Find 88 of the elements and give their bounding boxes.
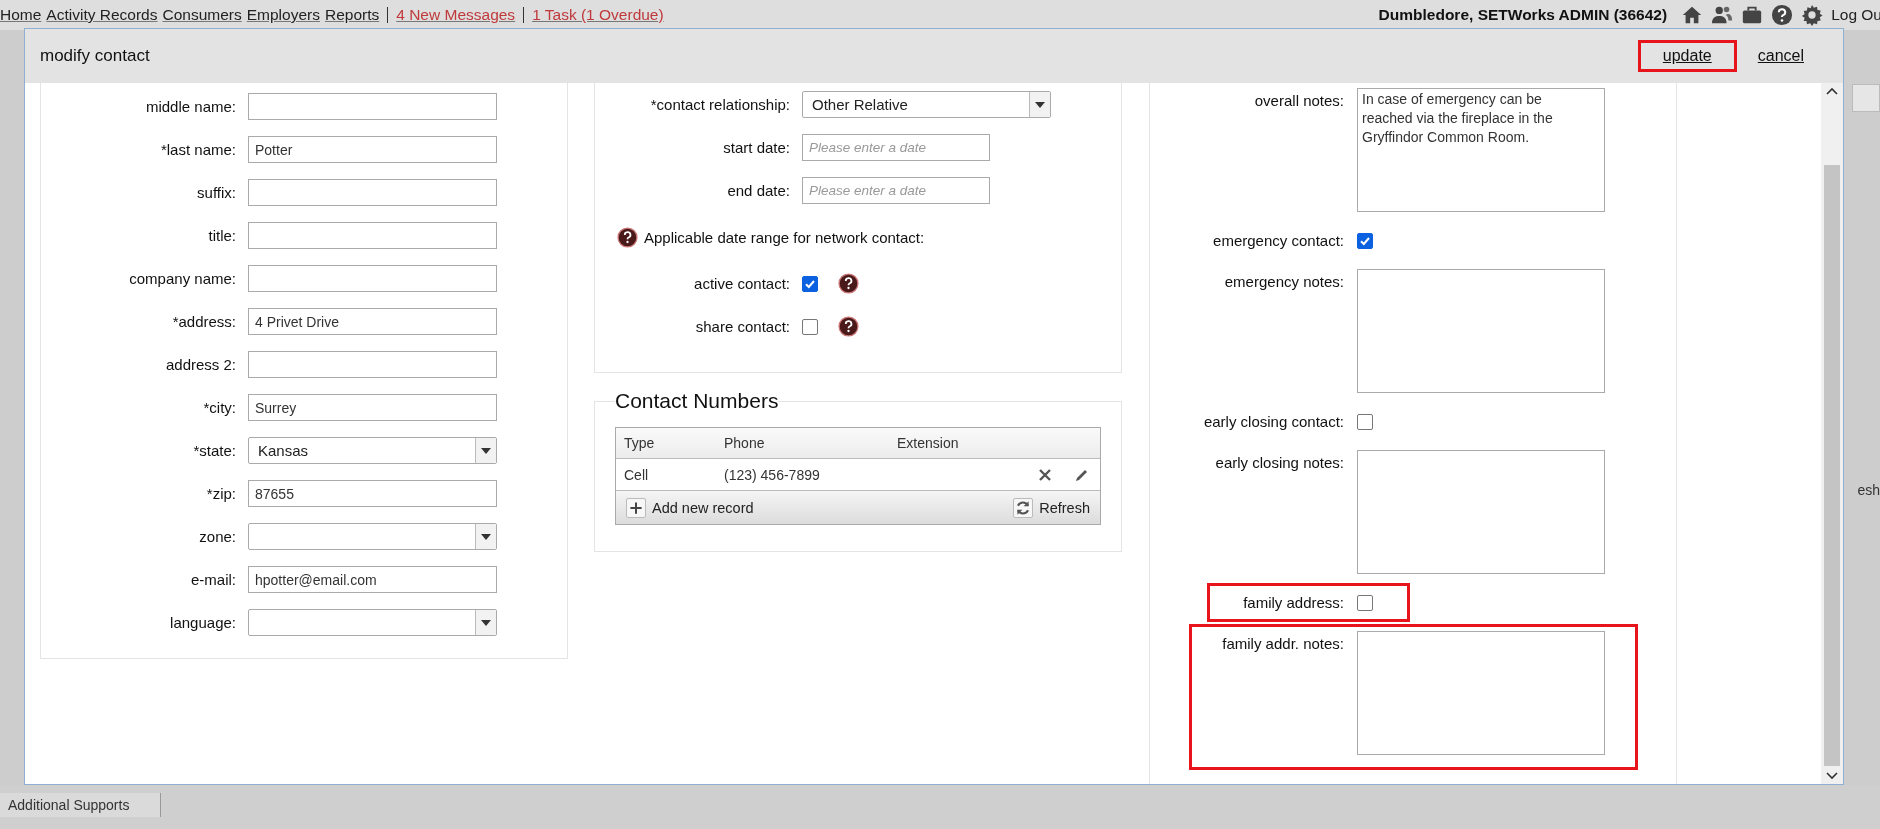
field-label: title: bbox=[207, 227, 236, 244]
field-label: *address: bbox=[171, 313, 236, 330]
checkbox[interactable] bbox=[1357, 594, 1373, 611]
refresh-label: esh bbox=[1857, 482, 1880, 498]
info-text: Applicable date range for network contact: bbox=[644, 228, 925, 246]
field-label: family addr. notes: bbox=[1221, 634, 1344, 652]
settings-icon[interactable] bbox=[1801, 4, 1824, 26]
field-label: *contact relationship: bbox=[649, 96, 790, 113]
dialog-title: modify contact bbox=[40, 46, 150, 66]
field-label: share contact: bbox=[694, 318, 790, 335]
field-label: early closing contact: bbox=[1202, 413, 1344, 430]
notes-field[interactable] bbox=[1357, 450, 1605, 574]
dropdown[interactable]: Other Relative bbox=[802, 91, 1051, 118]
checkbox[interactable] bbox=[1357, 413, 1373, 430]
caret-icon bbox=[1035, 101, 1045, 108]
nav-link[interactable]: Reports bbox=[324, 6, 380, 24]
input-field[interactable]: 4 Privet Drive bbox=[248, 308, 497, 335]
field-label: language: bbox=[169, 614, 236, 631]
field-label: family address: bbox=[1242, 594, 1344, 611]
field-label: emergency notes: bbox=[1223, 272, 1344, 290]
section-title: Contact Numbers bbox=[615, 389, 779, 413]
input-field[interactable] bbox=[248, 179, 497, 206]
field-label: end date: bbox=[726, 182, 790, 199]
scroll-up-icon[interactable] bbox=[1826, 87, 1838, 95]
refresh-button[interactable]: Refresh bbox=[1013, 497, 1090, 518]
field-label: overall notes: bbox=[1253, 91, 1344, 109]
caret-icon bbox=[481, 447, 491, 454]
alert-link[interactable]: 1 Task (1 Overdue) bbox=[532, 6, 664, 24]
input-field[interactable]: Potter bbox=[248, 136, 497, 163]
nav-link[interactable]: Home bbox=[0, 6, 42, 24]
help-icon[interactable] bbox=[838, 273, 859, 294]
field-label: start date: bbox=[722, 139, 790, 156]
field-label: *zip: bbox=[205, 485, 236, 502]
input-field[interactable]: 87655 bbox=[248, 480, 497, 507]
user-name: Dumbledore, SETWorks ADMIN (36642) bbox=[1378, 6, 1668, 24]
dropdown[interactable] bbox=[248, 609, 497, 636]
action-link[interactable]: cancel bbox=[1754, 44, 1807, 68]
input-field[interactable] bbox=[248, 222, 497, 249]
field-label: suffix: bbox=[196, 184, 236, 201]
field-label: middle name: bbox=[144, 98, 236, 115]
field-label: early closing notes: bbox=[1214, 453, 1344, 471]
checkbox[interactable] bbox=[1357, 232, 1373, 249]
column-header[interactable]: Type bbox=[616, 435, 716, 451]
field-label: e-mail: bbox=[190, 571, 236, 588]
notes-field[interactable]: In case of emergency can be reached via the fireplace in the Gryffindor Common Room. bbox=[1357, 88, 1605, 212]
input-field[interactable]: Surrey bbox=[248, 394, 497, 421]
nav-link[interactable]: Consumers bbox=[162, 6, 242, 24]
field-label: emergency contact: bbox=[1212, 232, 1344, 249]
plus-icon bbox=[626, 497, 646, 518]
action-link[interactable]: update bbox=[1637, 40, 1737, 72]
column-header[interactable]: Extension bbox=[889, 435, 1017, 451]
help-icon[interactable] bbox=[1771, 4, 1794, 26]
home-icon[interactable] bbox=[1681, 4, 1704, 26]
checkbox[interactable] bbox=[802, 275, 818, 292]
notes-field[interactable] bbox=[1357, 269, 1605, 393]
dropdown[interactable]: Kansas bbox=[248, 437, 497, 464]
briefcase-icon[interactable] bbox=[1741, 4, 1764, 26]
field-label: *city: bbox=[202, 399, 236, 416]
field-label: zone: bbox=[198, 528, 236, 545]
dropdown[interactable] bbox=[248, 523, 497, 550]
help-icon[interactable] bbox=[838, 316, 859, 337]
table-cell-text: (123) 456-7899 bbox=[723, 466, 821, 483]
add-record-button[interactable]: Add new record bbox=[626, 497, 754, 518]
help-icon[interactable] bbox=[617, 226, 638, 248]
field-label: *last name: bbox=[159, 141, 236, 158]
refresh-icon bbox=[1013, 497, 1034, 518]
caret-icon bbox=[481, 619, 491, 626]
input-field[interactable] bbox=[248, 93, 497, 120]
tab[interactable]: Additional Supports bbox=[0, 793, 161, 817]
field-label: address 2: bbox=[164, 356, 236, 373]
caret-icon bbox=[481, 533, 491, 540]
field-label: active contact: bbox=[693, 275, 790, 292]
scroll-down-icon[interactable] bbox=[1826, 772, 1838, 780]
people-icon[interactable] bbox=[1711, 4, 1734, 26]
notes-field[interactable] bbox=[1357, 631, 1605, 755]
checkbox[interactable] bbox=[802, 318, 818, 335]
alert-link[interactable]: 4 New Messages bbox=[396, 6, 516, 24]
delete-icon[interactable] bbox=[1038, 467, 1052, 482]
nav-link[interactable]: Employers bbox=[246, 6, 320, 24]
field-label: company name: bbox=[128, 270, 236, 287]
input-field[interactable] bbox=[248, 351, 497, 378]
scrollbar[interactable] bbox=[1821, 83, 1843, 784]
nav-link[interactable]: Activity Records bbox=[46, 6, 158, 24]
input-field[interactable]: hpotter@email.com bbox=[248, 566, 497, 593]
column-header[interactable]: Phone bbox=[716, 435, 889, 451]
input-field[interactable] bbox=[248, 265, 497, 292]
field-label: *state: bbox=[192, 442, 236, 459]
table-cell-text: Cell bbox=[623, 466, 650, 483]
